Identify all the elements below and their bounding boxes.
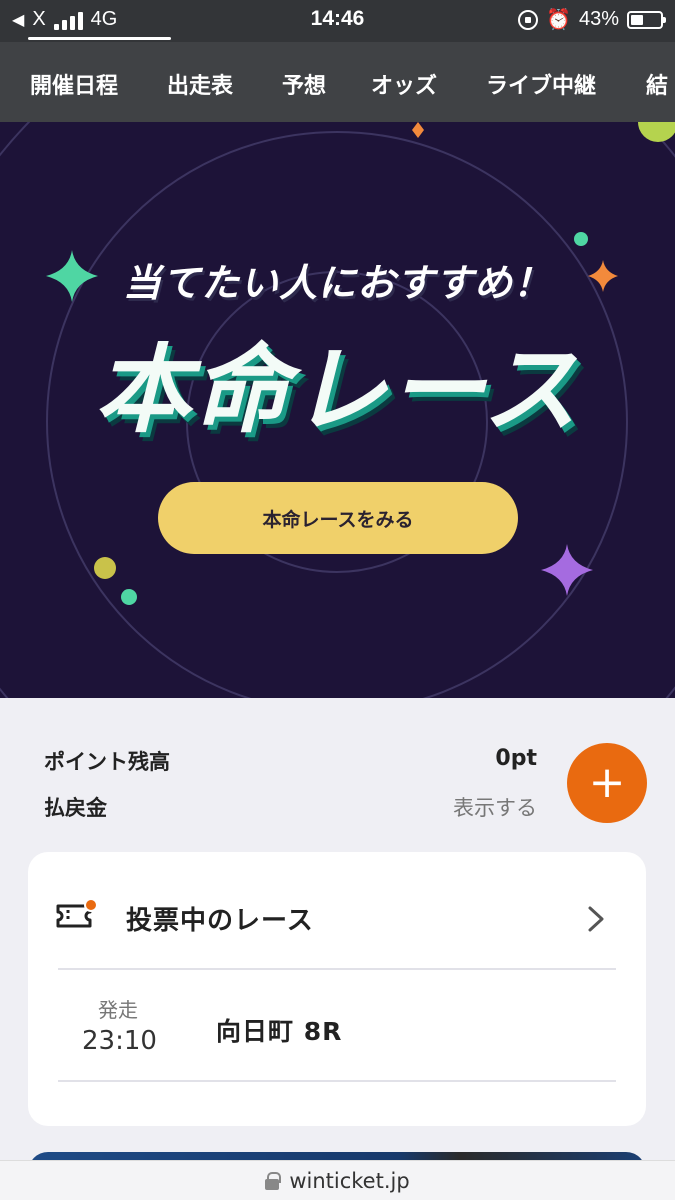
tab-race-card[interactable]: 出走表 <box>167 68 233 100</box>
sparkle-icon <box>541 544 593 596</box>
banner-subtitle: 当てたい人におすすめ！ <box>122 261 552 305</box>
tab-results[interactable]: 結 <box>646 68 668 100</box>
ticket-icon <box>56 898 98 928</box>
rotation-lock-icon <box>518 9 539 30</box>
tab-prediction[interactable]: 予想 <box>282 68 326 100</box>
divider <box>58 1080 616 1082</box>
voting-races-title[interactable]: 投票中のレース <box>126 900 314 937</box>
browser-url-bar[interactable]: winticket.jp <box>0 1160 675 1200</box>
tab-live[interactable]: ライブ中継 <box>486 68 596 100</box>
url-text[interactable]: winticket.jp <box>289 1169 409 1193</box>
chevron-right-icon[interactable] <box>584 904 608 934</box>
race-start-label: 発走 <box>98 998 138 1022</box>
points-balance-value: 0pt <box>495 746 537 771</box>
nav-tabs: 開催日程 出走表 予想 オッズ ライブ中継 結 <box>0 42 675 122</box>
add-points-button[interactable]: + <box>567 743 647 823</box>
battery-percent: 43% <box>578 8 619 30</box>
alarm-icon: ⏰ <box>546 9 571 31</box>
status-right: ⏰ 43% <box>518 7 666 32</box>
tab-odds[interactable]: オッズ <box>371 68 437 100</box>
tab-schedule[interactable]: 開催日程 <box>30 68 118 100</box>
race-start-time: 23:10 <box>82 1026 157 1056</box>
favorite-races-button[interactable]: 本命レースをみる <box>158 482 518 554</box>
voting-races-card: 投票中のレース 発走 23:10 向日町 8R <box>28 852 646 1126</box>
sparkle-icon <box>412 122 424 138</box>
lock-icon <box>265 1171 282 1190</box>
status-bar: ◀ X 4G 14:46 ⏰ 43% <box>0 0 675 42</box>
payout-show-link[interactable]: 表示する <box>453 792 537 822</box>
promo-banner[interactable]: 当てたい人におすすめ！ 本命レース 本命レースをみる <box>0 122 675 698</box>
battery-icon <box>627 10 666 29</box>
divider <box>58 968 616 970</box>
plus-icon: + <box>588 757 626 808</box>
race-venue[interactable]: 向日町 8R <box>216 1012 342 1048</box>
status-underline <box>28 37 171 40</box>
payout-label: 払戻金 <box>44 796 107 820</box>
banner-title: 本命レース <box>94 334 581 446</box>
points-balance-label: ポイント残高 <box>44 750 170 774</box>
